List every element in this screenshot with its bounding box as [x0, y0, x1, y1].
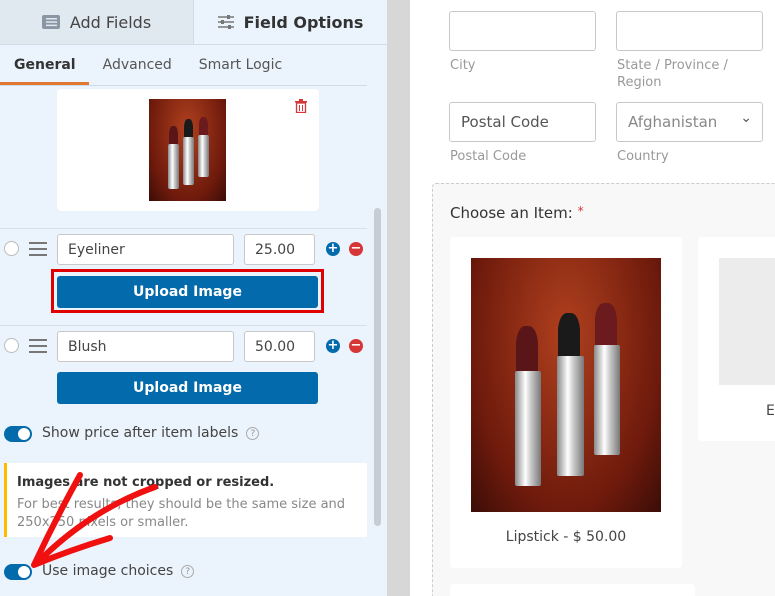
panel-tabs: Add Fields Field Options [0, 0, 387, 45]
item-caption: Lipstick - $ 50.00 [505, 529, 627, 545]
tab-field-options[interactable]: Field Options [194, 0, 387, 44]
trash-icon[interactable] [295, 99, 307, 113]
sub-tabs: General Advanced Smart Logic [0, 46, 367, 86]
image-choice-item[interactable]: Lipstick - $ 50.00 [450, 237, 682, 568]
upload-image-button[interactable]: Upload Image [57, 372, 318, 404]
choice-row: Blush 50.00 + − [0, 325, 367, 365]
postal-code-input[interactable]: Postal Code [449, 102, 596, 142]
required-mark: * [577, 204, 584, 218]
postal-code-label: Postal Code [450, 149, 527, 164]
image-choice-item[interactable]: E [698, 237, 775, 441]
country-select[interactable]: Afghanistan ⌄ [616, 102, 763, 142]
help-icon[interactable]: ? [246, 427, 260, 440]
scrollbar[interactable] [374, 208, 381, 526]
chevron-down-icon: ⌄ [740, 110, 752, 126]
tab-label: Field Options [243, 12, 364, 32]
sliders-icon [217, 15, 234, 29]
drag-handle-icon[interactable] [29, 339, 47, 357]
form-preview: City State / Province / Region Postal Co… [410, 0, 775, 596]
choice-price-input[interactable]: 25.00 [244, 234, 315, 265]
remove-choice-icon[interactable]: − [349, 242, 363, 256]
country-label: Country [617, 149, 669, 164]
choose-item-field[interactable]: Choose an Item: * Lipstick - $ 50.00 E [432, 183, 775, 596]
choice-label-input[interactable]: Eyeliner [57, 234, 234, 265]
image-choice-item[interactable] [450, 584, 695, 596]
state-input[interactable] [616, 11, 763, 51]
field-label-text: Choose an Item: [450, 204, 573, 222]
remove-choice-icon[interactable]: − [349, 339, 363, 353]
choice-price-input[interactable]: 50.00 [244, 331, 315, 362]
tab-add-fields[interactable]: Add Fields [0, 0, 194, 44]
add-choice-icon[interactable]: + [326, 339, 340, 353]
item-caption: E [766, 403, 775, 419]
add-choice-icon[interactable]: + [326, 242, 340, 256]
city-input[interactable] [449, 11, 596, 51]
list-icon [41, 15, 60, 29]
placeholder-image [719, 258, 775, 385]
tab-smart-logic[interactable]: Smart Logic [185, 46, 295, 85]
highlight-box [51, 269, 324, 313]
show-price-label: Show price after item labels? [42, 425, 260, 441]
toggle-label: Show price after item labels [42, 425, 239, 441]
default-radio[interactable] [4, 241, 19, 256]
choice-label-input[interactable]: Blush [57, 331, 234, 362]
default-radio[interactable] [4, 338, 19, 353]
state-label: State / Province / Region [617, 58, 728, 90]
choice-image-preview [57, 89, 319, 211]
lipstick-thumbnail [149, 99, 226, 201]
show-price-toggle[interactable] [4, 426, 32, 442]
country-value: Afghanistan [628, 113, 718, 131]
field-label: Choose an Item: * [450, 204, 584, 222]
field-options-panel: Add Fields Field Options General Advance… [0, 0, 387, 596]
lipstick-image [471, 258, 661, 512]
tab-general[interactable]: General [0, 46, 89, 85]
red-arrow-annotation [31, 472, 158, 568]
choice-row: Eyeliner 25.00 + − [0, 228, 367, 268]
tab-advanced[interactable]: Advanced [89, 46, 185, 85]
panel-divider [387, 0, 410, 596]
drag-handle-icon[interactable] [29, 242, 47, 260]
city-label: City [450, 58, 476, 73]
tab-label: Add Fields [69, 12, 152, 32]
help-icon[interactable]: ? [181, 565, 195, 578]
